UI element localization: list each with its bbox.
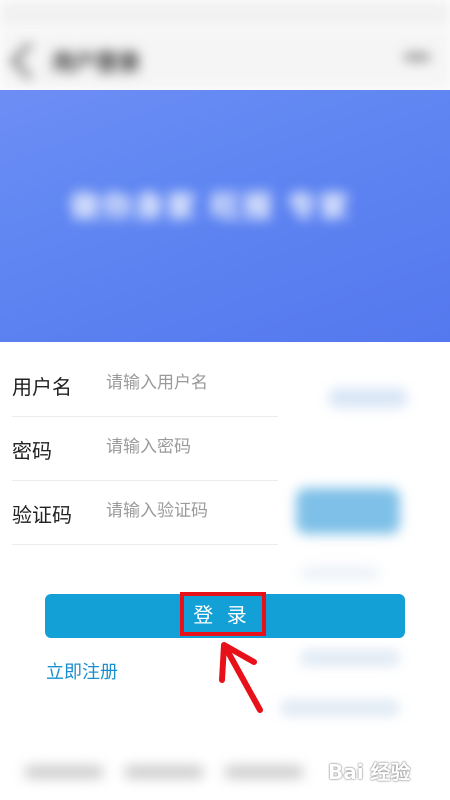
- username-label: 用户名: [12, 375, 72, 399]
- blurred-pill: [300, 566, 380, 580]
- password-input[interactable]: [106, 430, 276, 464]
- username-input[interactable]: [106, 366, 276, 400]
- blurred-captcha-button: [296, 488, 400, 534]
- captcha-row: 验证码: [12, 480, 278, 545]
- register-link[interactable]: 立即注册: [46, 658, 118, 684]
- app-bar: 用户登录: [0, 28, 450, 90]
- status-bar: [0, 0, 450, 28]
- hero-banner: 做你身家 旺报 专家: [0, 90, 450, 342]
- blurred-pill: [328, 388, 408, 408]
- captcha-input[interactable]: [106, 494, 276, 528]
- password-label: 密码: [12, 439, 52, 463]
- login-button-label: 登 录: [193, 605, 251, 627]
- username-row: 用户名: [12, 352, 278, 417]
- banner-headline: 做你身家 旺报 专家: [70, 190, 351, 225]
- back-arrow-icon[interactable]: [10, 42, 48, 80]
- login-button[interactable]: 登 录: [45, 594, 405, 638]
- page-title: 用户登录: [52, 51, 141, 76]
- captcha-label: 验证码: [12, 503, 72, 527]
- password-row: 密码: [12, 416, 278, 481]
- watermark-logo: Bai 经验: [328, 760, 411, 784]
- blurred-pill: [280, 700, 400, 716]
- blurred-pill: [300, 650, 400, 666]
- more-icon[interactable]: [404, 54, 430, 60]
